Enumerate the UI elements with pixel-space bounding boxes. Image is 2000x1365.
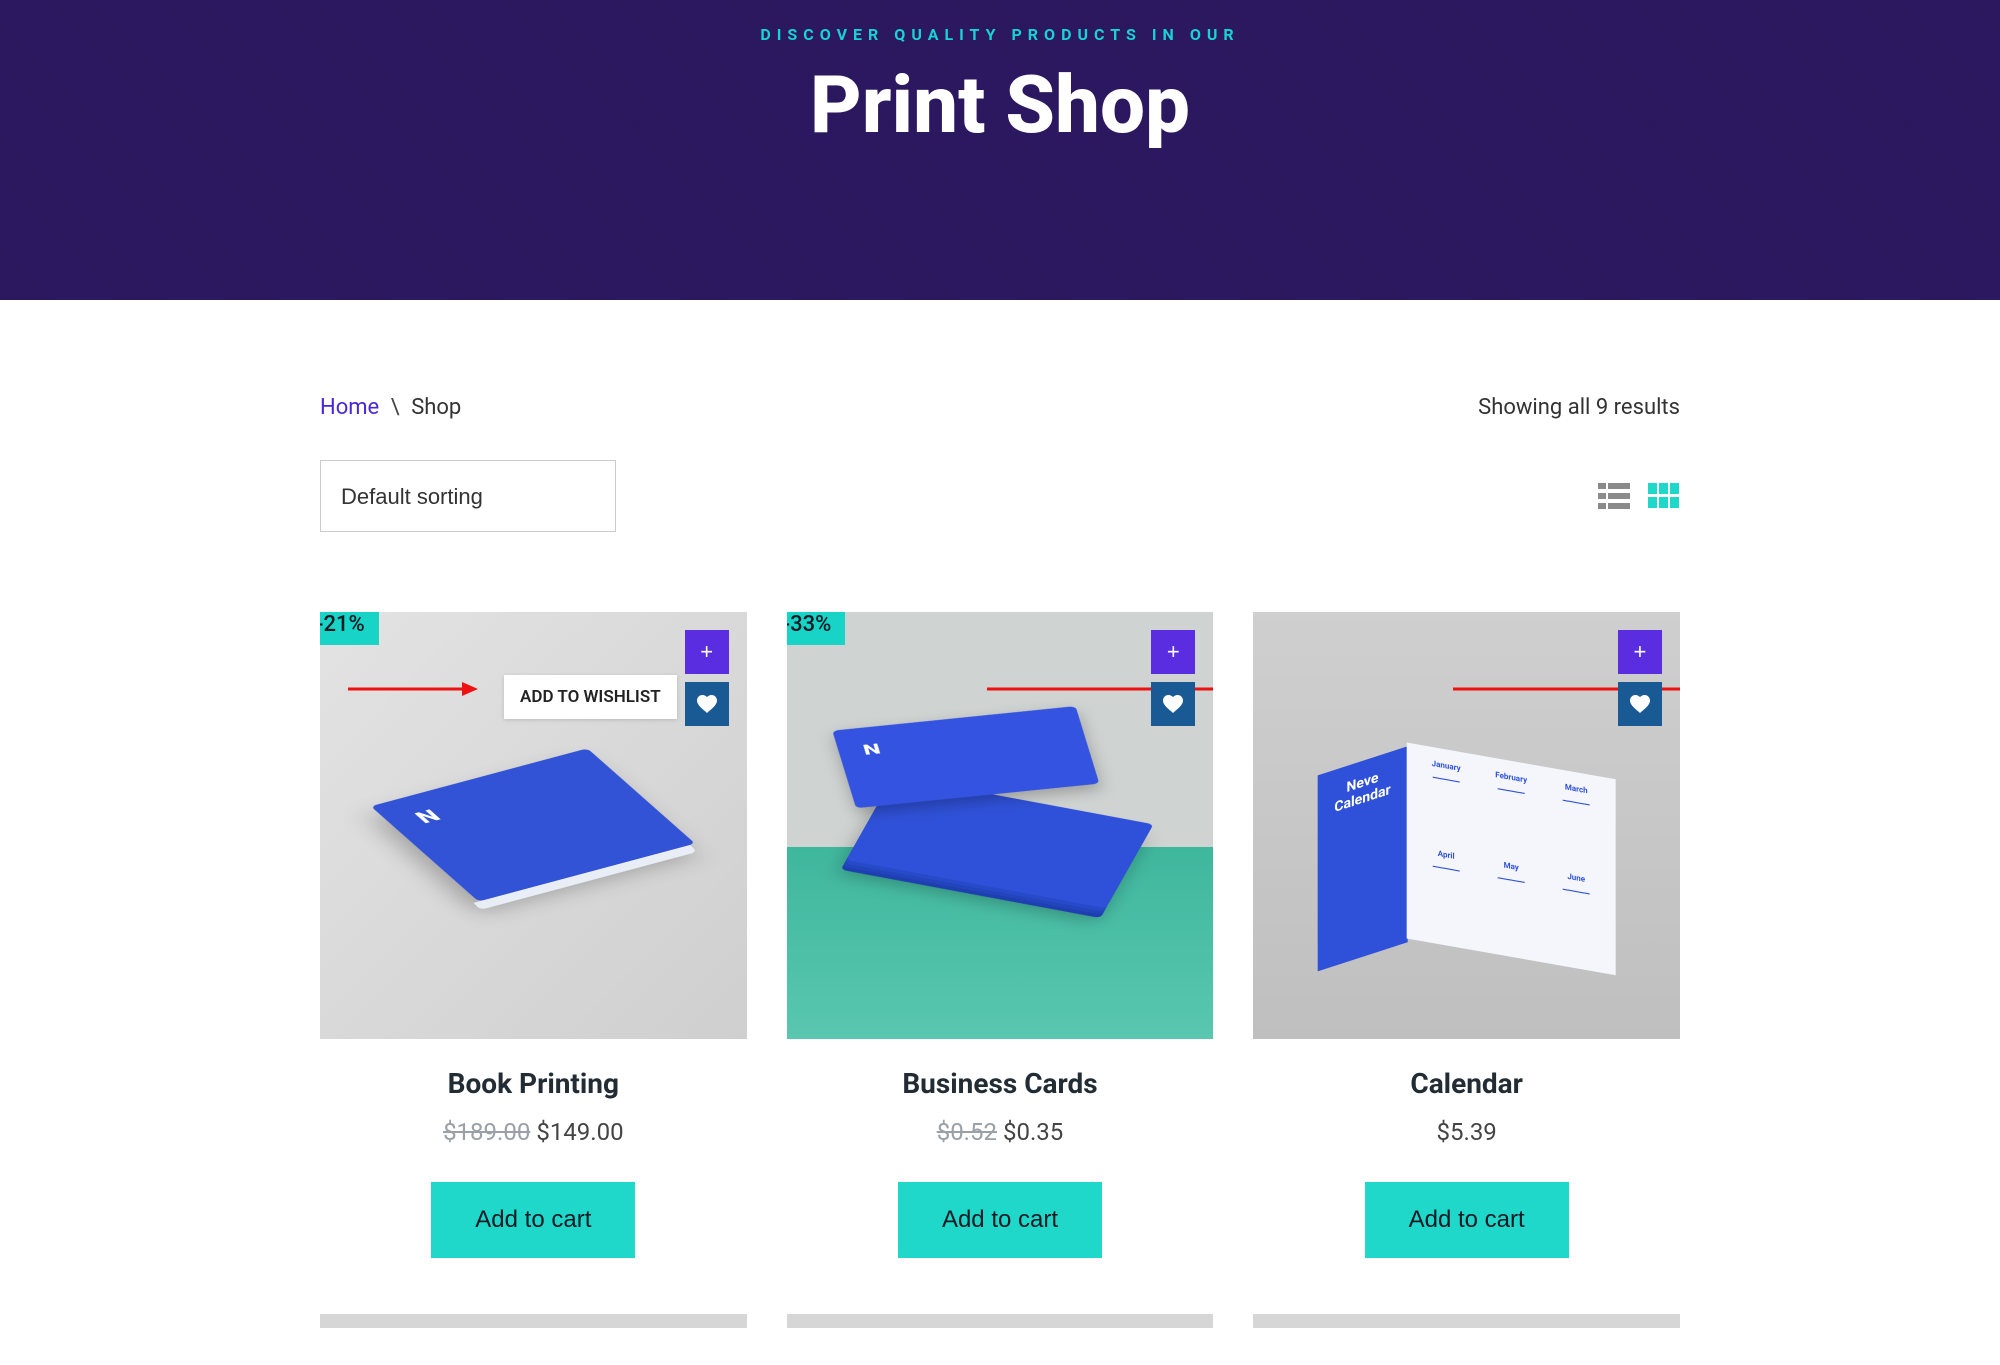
product-placeholder [320, 1314, 747, 1328]
breadcrumb: Home \ Shop [320, 395, 461, 420]
plus-icon: + [1167, 639, 1180, 665]
hero-eyebrow: DISCOVER QUALITY PRODUCTS IN OUR [760, 25, 1239, 44]
product-title: Business Cards [787, 1067, 1214, 1100]
list-view-button[interactable] [1598, 483, 1630, 509]
add-to-cart-button[interactable]: Add to cart [1365, 1182, 1569, 1258]
product-placeholder [787, 1314, 1214, 1328]
breadcrumb-home-link[interactable]: Home [320, 395, 379, 420]
product-image[interactable]: N -21% ADD TO WISHLIST + [320, 612, 747, 1039]
product-price: $189.00$149.00 [320, 1118, 747, 1146]
plus-icon: + [700, 639, 713, 665]
compare-button[interactable]: + [1151, 630, 1195, 674]
page-title: Print Shop [810, 58, 1190, 152]
discount-badge: -21% [320, 612, 379, 645]
results-count: Showing all 9 results [1478, 395, 1680, 420]
cards-illustration: N [787, 612, 1214, 1039]
product-image[interactable]: N -33% + [787, 612, 1214, 1039]
product-placeholder [1253, 1314, 1680, 1328]
breadcrumb-separator: \ [391, 395, 400, 420]
heart-icon [697, 695, 717, 713]
grid-view-button[interactable] [1648, 483, 1680, 509]
current-price: $0.35 [1003, 1118, 1063, 1146]
product-card[interactable]: N -33% + [787, 612, 1214, 1258]
product-card[interactable]: N -21% ADD TO WISHLIST + [320, 612, 747, 1258]
product-price: $5.39 [1253, 1118, 1680, 1146]
calendar-illustration: NeveCalendar January▁▁▁▁▁ February▁▁▁▁▁ … [1253, 612, 1680, 1039]
list-view-icon [1598, 483, 1630, 509]
heart-icon [1630, 695, 1650, 713]
heart-icon [1163, 695, 1183, 713]
product-grid: N -21% ADD TO WISHLIST + [320, 612, 1680, 1258]
product-price: $0.52$0.35 [787, 1118, 1214, 1146]
add-to-cart-button[interactable]: Add to cart [898, 1182, 1102, 1258]
view-toggle-group [1598, 483, 1680, 509]
wishlist-tooltip: ADD TO WISHLIST [504, 675, 677, 719]
product-title: Calendar [1253, 1067, 1680, 1100]
product-title: Book Printing [320, 1067, 747, 1100]
product-image[interactable]: NeveCalendar January▁▁▁▁▁ February▁▁▁▁▁ … [1253, 612, 1680, 1039]
card-logo: N [861, 741, 883, 759]
wishlist-button[interactable] [1618, 682, 1662, 726]
current-price: $149.00 [536, 1118, 623, 1146]
plus-icon: + [1634, 639, 1647, 665]
hero-banner: DISCOVER QUALITY PRODUCTS IN OUR Print S… [0, 0, 2000, 300]
sorting-select[interactable]: Default sorting [320, 460, 616, 532]
old-price: $0.52 [937, 1118, 997, 1146]
old-price: $189.00 [443, 1118, 530, 1146]
wishlist-button[interactable] [1151, 682, 1195, 726]
compare-button[interactable]: + [1618, 630, 1662, 674]
grid-view-icon [1648, 483, 1680, 509]
breadcrumb-current: Shop [411, 395, 461, 420]
discount-badge: -33% [787, 612, 846, 645]
calendar-label: NeveCalendar [1317, 747, 1407, 836]
product-card[interactable]: NeveCalendar January▁▁▁▁▁ February▁▁▁▁▁ … [1253, 612, 1680, 1258]
wishlist-button[interactable] [685, 682, 729, 726]
compare-button[interactable]: + [685, 630, 729, 674]
book-logo: N [410, 806, 446, 827]
current-price: $5.39 [1437, 1118, 1497, 1146]
add-to-cart-button[interactable]: Add to cart [431, 1182, 635, 1258]
product-grid-row-2 [320, 1314, 1680, 1328]
